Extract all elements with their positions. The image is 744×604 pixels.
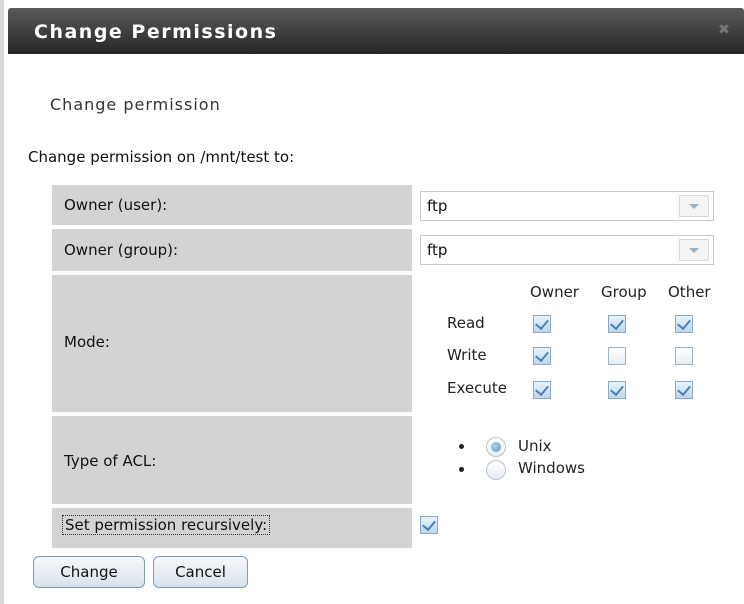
recursive-checkbox[interactable]: [420, 516, 438, 534]
dialog-title: Change Permissions: [34, 21, 278, 43]
acl-unix-radio[interactable]: [486, 437, 506, 457]
write-group-checkbox[interactable]: [608, 347, 626, 365]
execute-group-checkbox[interactable]: [608, 381, 626, 399]
owner-user-select[interactable]: ftp: [420, 191, 714, 221]
recursive-label[interactable]: Set permission recursively:: [62, 515, 271, 535]
close-icon[interactable]: ✖: [716, 22, 732, 38]
bullet-icon: [459, 467, 464, 472]
mode-column-group: Group: [601, 283, 647, 301]
dialog-edge: [0, 0, 4, 604]
acl-windows-label[interactable]: Windows: [518, 459, 585, 477]
owner-group-select[interactable]: ftp: [420, 235, 714, 265]
read-owner-checkbox[interactable]: [533, 315, 551, 333]
change-button[interactable]: Change: [33, 556, 145, 588]
owner-user-value: ftp: [427, 197, 448, 215]
section-title: Change permission: [50, 95, 221, 114]
change-permissions-dialog: Change Permissions ✖ Change permission C…: [0, 0, 744, 604]
write-owner-checkbox[interactable]: [533, 347, 551, 365]
acl-label-cell: Type of ACL:: [52, 416, 412, 504]
owner-group-value: ftp: [427, 241, 448, 259]
mode-column-owner: Owner: [530, 283, 579, 301]
intro-text: Change permission on /mnt/test to:: [28, 148, 295, 166]
mode-row-execute-label: Execute: [447, 379, 507, 397]
acl-unix-label[interactable]: Unix: [518, 437, 552, 455]
bullet-icon: [459, 444, 464, 449]
acl-windows-radio[interactable]: [486, 460, 506, 480]
chevron-down-icon[interactable]: [679, 195, 709, 217]
mode-column-other: Other: [668, 283, 711, 301]
read-group-checkbox[interactable]: [608, 315, 626, 333]
write-other-checkbox[interactable]: [675, 347, 693, 365]
owner-group-label-cell: Owner (group):: [52, 229, 412, 271]
execute-other-checkbox[interactable]: [675, 381, 693, 399]
mode-label-cell: Mode:: [52, 275, 412, 412]
dialog-titlebar[interactable]: Change Permissions ✖: [8, 8, 744, 54]
chevron-down-icon[interactable]: [679, 239, 709, 261]
mode-row-read-label: Read: [447, 314, 485, 332]
cancel-button[interactable]: Cancel: [153, 556, 248, 588]
owner-user-label: Owner (user):: [64, 196, 168, 214]
acl-label: Type of ACL:: [64, 452, 157, 470]
read-other-checkbox[interactable]: [675, 315, 693, 333]
owner-user-label-cell: Owner (user):: [52, 185, 412, 225]
execute-owner-checkbox[interactable]: [533, 381, 551, 399]
mode-label: Mode:: [64, 333, 110, 351]
owner-group-label: Owner (group):: [64, 241, 179, 259]
mode-row-write-label: Write: [447, 346, 487, 364]
